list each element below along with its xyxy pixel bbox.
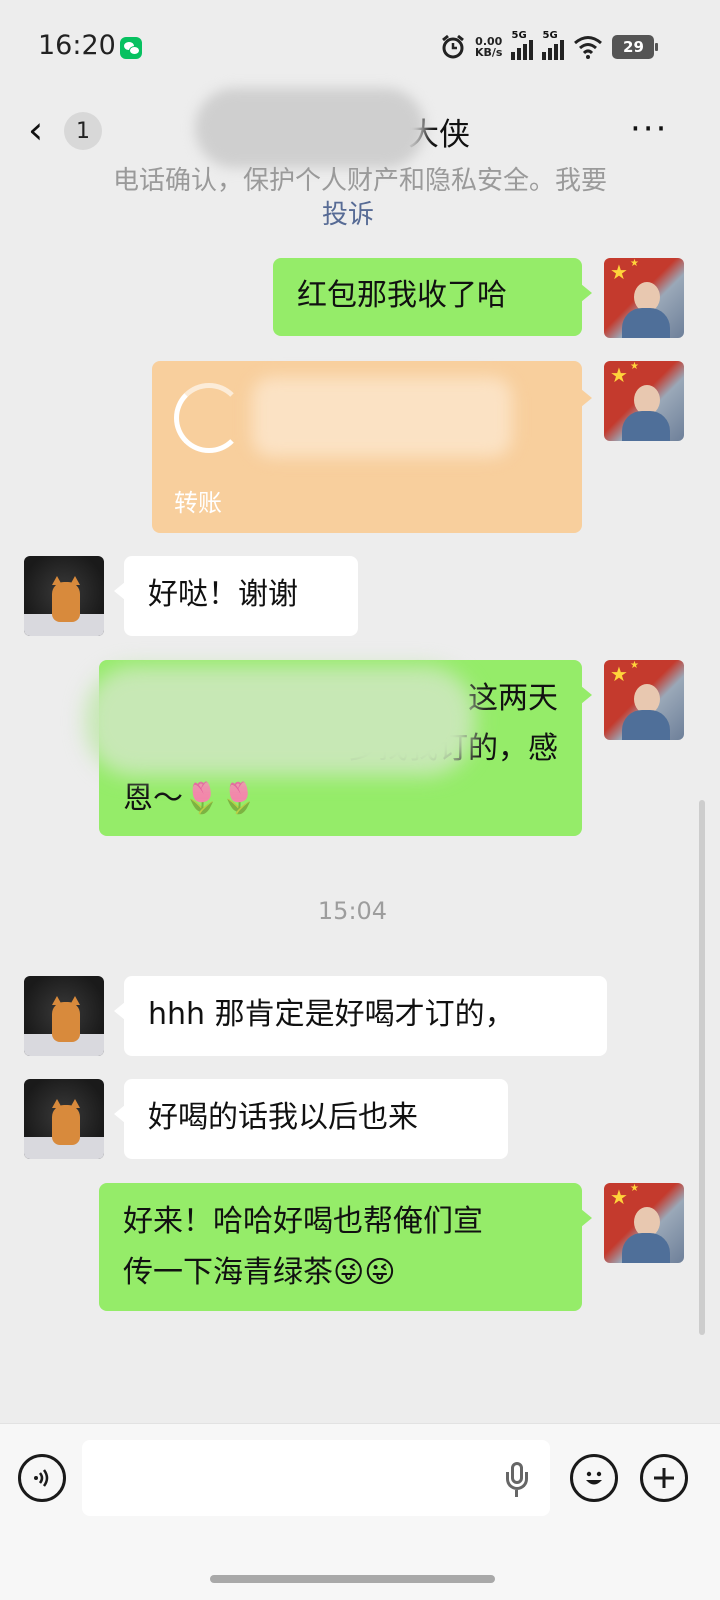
wechat-notification-icon bbox=[120, 37, 142, 59]
message-text: 好哒！谢谢 bbox=[148, 577, 298, 612]
wifi-icon bbox=[574, 36, 603, 59]
message-bubble-incoming[interactable]: 好喝的话我以后也来 bbox=[114, 1079, 508, 1159]
timestamp: 15:04 bbox=[317, 897, 388, 925]
contact-avatar[interactable] bbox=[24, 556, 104, 636]
message-input[interactable] bbox=[82, 1440, 550, 1516]
message-text: 好喝的话我以后也来 bbox=[148, 1100, 418, 1135]
message-text-line: 传一下海青绿茶😜😜 bbox=[123, 1255, 396, 1290]
message-bubble-outgoing[interactable]: 红包那我收了哈 bbox=[273, 258, 592, 336]
more-options-icon[interactable]: ··· bbox=[630, 112, 668, 146]
message-text-line: 好来！哈哈好喝也帮俺们宣 bbox=[123, 1204, 483, 1239]
message-text: 红包那我收了哈 bbox=[297, 278, 507, 313]
network-speed-unit: KB/s bbox=[475, 46, 503, 59]
transfer-label: 转账 bbox=[174, 489, 222, 517]
alarm-icon bbox=[442, 34, 464, 59]
network-speed: 0.00 KB/s bbox=[475, 36, 502, 58]
signal-icon-2: 5G bbox=[542, 30, 565, 60]
plus-glyph-icon bbox=[654, 1468, 674, 1488]
back-chevron-icon[interactable]: ‹ bbox=[28, 110, 43, 150]
contact-avatar[interactable] bbox=[24, 976, 104, 1056]
redacted-text-blur bbox=[85, 666, 475, 776]
my-avatar[interactable]: ★ ★ bbox=[604, 1183, 684, 1263]
complaint-link[interactable]: 投诉 bbox=[322, 194, 374, 231]
mic-icon[interactable] bbox=[504, 1462, 530, 1498]
voice-wave-icon bbox=[34, 1469, 49, 1487]
signal-2-label: 5G bbox=[542, 30, 558, 41]
message-bubble-incoming[interactable]: 好哒！谢谢 bbox=[114, 556, 358, 636]
scrollbar[interactable] bbox=[699, 800, 705, 1335]
input-bar bbox=[0, 1423, 720, 1600]
unread-count-badge[interactable]: 1 bbox=[64, 112, 102, 150]
my-avatar[interactable]: ★ ★ bbox=[604, 258, 684, 338]
home-indicator[interactable] bbox=[210, 1575, 495, 1583]
status-bar: 16:20 0.00 KB/s 5G 5G 29 bbox=[0, 0, 720, 90]
my-avatar[interactable]: ★ ★ bbox=[604, 660, 684, 740]
redacted-name-blur bbox=[195, 88, 425, 168]
message-bubble-incoming[interactable]: hhh 那肯定是好喝才订的， bbox=[114, 976, 607, 1056]
redacted-amount-blur bbox=[252, 377, 512, 457]
voice-icon[interactable] bbox=[18, 1454, 66, 1502]
transfer-icon bbox=[174, 383, 244, 453]
plus-icon[interactable] bbox=[640, 1454, 688, 1502]
message-text-line: 恩～🌷🌷 bbox=[123, 781, 258, 816]
my-avatar[interactable]: ★ ★ bbox=[604, 361, 684, 441]
signal-1-label: 5G bbox=[511, 30, 527, 41]
status-icons: 0.00 KB/s 5G 5G 29 bbox=[440, 30, 659, 64]
message-bubble-outgoing[interactable]: 好来！哈哈好喝也帮俺们宣 传一下海青绿茶😜😜 bbox=[99, 1183, 592, 1311]
signal-icon-1: 5G bbox=[511, 30, 534, 60]
emoji-icon[interactable] bbox=[570, 1454, 618, 1502]
smile-icon bbox=[586, 1471, 602, 1485]
message-text: hhh 那肯定是好喝才订的， bbox=[148, 997, 515, 1032]
contact-avatar[interactable] bbox=[24, 1079, 104, 1159]
transfer-card[interactable]: 转账 bbox=[152, 361, 592, 533]
battery-icon: 29 bbox=[612, 35, 659, 59]
status-time: 16:20 bbox=[38, 30, 116, 61]
